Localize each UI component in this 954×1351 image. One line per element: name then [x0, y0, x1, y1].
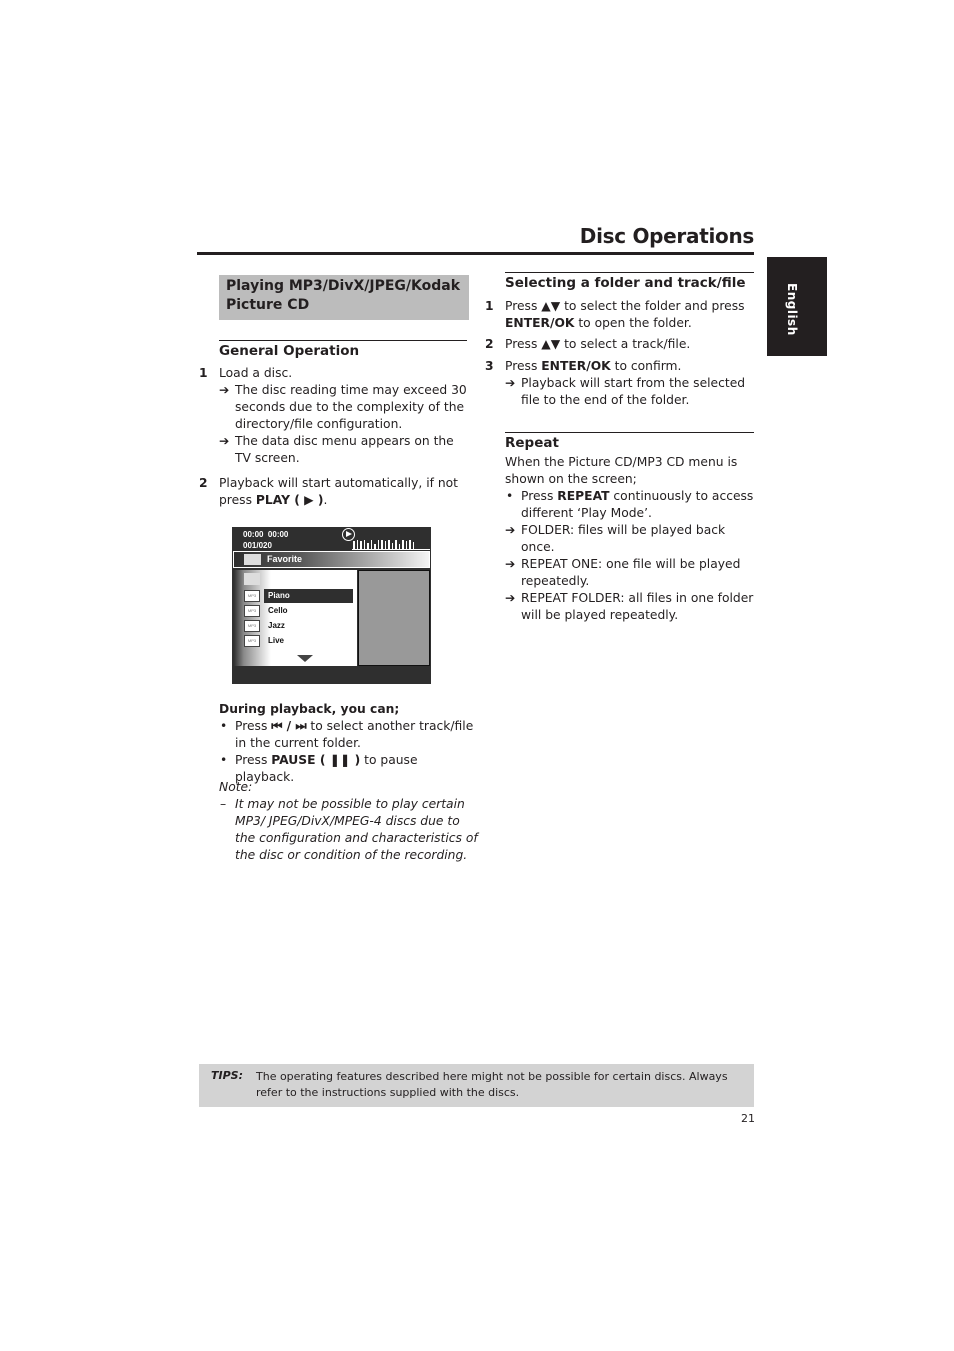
step-text: Load a disc. — [219, 366, 293, 380]
file-name: Piano — [264, 589, 353, 603]
arrow-icon: ➔ — [505, 591, 516, 605]
bullet-icon: • — [220, 719, 228, 733]
repeat-intro: When the Picture CD/MP3 CD menu is shown… — [505, 455, 738, 486]
file-name: Live — [268, 636, 285, 645]
folder-bar[interactable]: Favorite — [233, 551, 430, 568]
file-row[interactable]: MP3 Jazz — [244, 619, 355, 633]
file-row[interactable]: MP3 Live — [244, 634, 355, 648]
repeat-heading: Repeat — [505, 432, 754, 451]
mp3-file-icon: MP3 — [244, 590, 260, 602]
during-playback-heading: During playback, you can; — [219, 702, 400, 716]
file-name: Cello — [268, 606, 288, 615]
mp3-file-icon: MP3 — [244, 605, 260, 617]
disc-menu-screenshot: 00:00 00:00 001/020 Favorite MP3 Piano M… — [232, 527, 431, 684]
note-label: Note: — [219, 780, 253, 794]
result-item: ➔ Playback will start from the selected … — [505, 376, 746, 407]
file-list: MP3 Piano MP3 Cello MP3 Jazz MP3 Live — [234, 570, 357, 666]
result-item: ➔ REPEAT ONE: one file will be played re… — [505, 557, 741, 588]
folder-name: Favorite — [267, 554, 303, 564]
mp3-file-icon: MP3 — [244, 635, 260, 647]
arrow-icon: ➔ — [219, 434, 230, 448]
selecting-heading: Selecting a folder and track/file — [505, 272, 754, 291]
time-readout: 00:00 00:00 001/020 — [243, 530, 289, 550]
bullet-item: • Press ⏮ / ⏭ to select another track/fi… — [220, 719, 474, 750]
pause-key: PAUSE ( ❚❚ ) — [271, 753, 361, 767]
arrow-icon: ➔ — [219, 383, 230, 397]
equalizer-icon — [352, 539, 430, 550]
bullet-item: • Press REPEAT continuously to access di… — [506, 489, 754, 520]
arrow-icon: ➔ — [505, 523, 516, 537]
file-row[interactable]: MP3 Piano — [244, 589, 355, 603]
step-number: 1 — [199, 366, 208, 380]
bullet-icon: • — [506, 489, 514, 503]
file-name: Jazz — [268, 621, 285, 630]
repeat-key: REPEAT — [557, 489, 610, 503]
tips-text: The operating features described here mi… — [256, 1070, 728, 1099]
repeat-section: When the Picture CD/MP3 CD menu is shown… — [505, 454, 757, 624]
note-item: – It may not be possible to play certain… — [220, 797, 478, 862]
note: Note: – It may not be possible to play c… — [219, 779, 479, 864]
tips-box: TIPS: The operating features described h… — [199, 1064, 754, 1107]
skip-keys: ⏮ / ⏭ — [271, 719, 307, 733]
mp3-file-icon: MP3 — [244, 620, 260, 632]
parent-folder-icon[interactable] — [244, 573, 260, 585]
arrow-icon: ➔ — [505, 376, 516, 390]
play-key: PLAY ( ▶ ) — [255, 493, 324, 507]
file-row[interactable]: MP3 Cello — [244, 604, 355, 618]
arrow-icon: ➔ — [505, 557, 516, 571]
language-tab: English — [767, 257, 827, 356]
preview-pane — [358, 570, 430, 666]
tips-label: TIPS: — [211, 1069, 243, 1082]
scroll-down-icon[interactable] — [297, 655, 313, 662]
enter-ok-key: ENTER/OK — [505, 316, 575, 330]
during-playback: During playback, you can; • Press ⏮ / ⏭ … — [219, 701, 479, 786]
folder-icon — [244, 554, 261, 565]
result-item: ➔ The disc reading time may exceed 30 se… — [219, 383, 467, 431]
result-item: ➔ FOLDER: files will be played back once… — [505, 523, 726, 554]
track-counter: 001/020 — [243, 541, 272, 550]
page-number: 21 — [741, 1112, 755, 1125]
bullet-icon: • — [220, 753, 228, 767]
step-number: 2 — [199, 476, 208, 490]
page-title: Disc Operations — [579, 224, 755, 248]
result-item: ➔ The data disc menu appears on the TV s… — [219, 434, 454, 465]
section-title: Playing MP3/DivX/JPEG/Kodak Picture CD — [219, 275, 469, 320]
language-tab-label: English — [785, 283, 799, 336]
enter-ok-key: ENTER/OK — [541, 359, 611, 373]
result-item: ➔ REPEAT FOLDER: all files in one folder… — [505, 591, 754, 622]
dash-icon: – — [220, 797, 227, 811]
general-operation-heading: General Operation — [219, 340, 467, 359]
title-rule — [197, 252, 754, 255]
